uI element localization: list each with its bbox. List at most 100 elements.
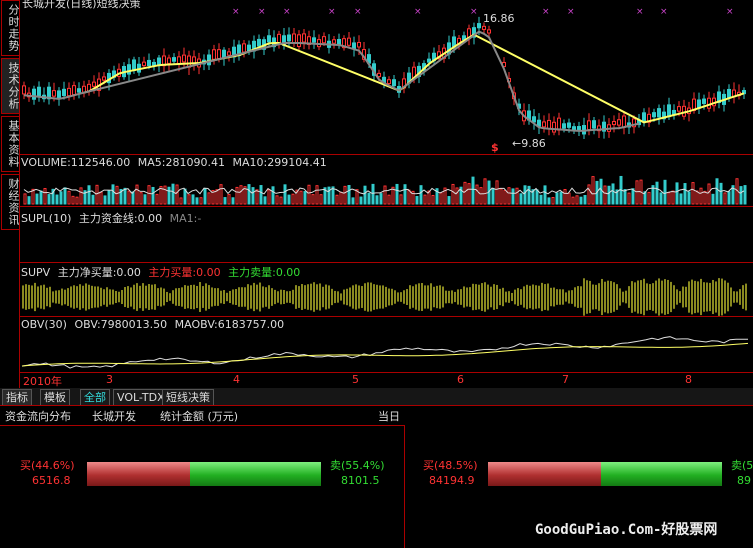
- supv-bar: [190, 284, 192, 310]
- supv-bar: [580, 286, 582, 308]
- supv-bar: [265, 287, 267, 307]
- volume-bar: [575, 195, 579, 205]
- tab-indicator[interactable]: 指标: [2, 389, 32, 406]
- supv-bar: [679, 291, 681, 303]
- supv-bar: [550, 287, 552, 307]
- date-tick: 5: [352, 373, 359, 386]
- candle-body: [387, 79, 391, 85]
- supv-bar: [646, 283, 648, 311]
- flow-divider: [0, 425, 405, 426]
- volume-bar: [39, 190, 43, 205]
- flow-right-buy-value: 84194.9: [429, 474, 475, 487]
- tab-short-term-decision[interactable]: 短线决策: [162, 389, 214, 406]
- volume-bar: [347, 184, 351, 205]
- supv-bar: [208, 285, 210, 309]
- volume-bar: [195, 197, 199, 205]
- supv-bar: [400, 292, 402, 302]
- volume-bar: [47, 194, 51, 205]
- supv-bar: [229, 290, 231, 304]
- candle-body: [577, 126, 581, 131]
- supv-bar: [316, 284, 318, 310]
- supv-bar: [298, 286, 300, 308]
- volume-bar: [199, 197, 203, 205]
- supv-bar: [391, 288, 393, 306]
- supv-bar: [154, 284, 156, 310]
- volume-bar: [723, 192, 727, 205]
- supv-bar: [493, 284, 495, 310]
- supv-bar: [262, 286, 264, 308]
- supv-bar: [622, 291, 624, 303]
- tab-template[interactable]: 模板: [40, 389, 70, 406]
- obv-name: OBV(30): [21, 318, 67, 331]
- volume-bar: [303, 191, 307, 205]
- supv-bar: [700, 278, 702, 316]
- supv-bar: [604, 281, 606, 313]
- volume-bar: [327, 186, 331, 205]
- supv-bar: [685, 286, 687, 308]
- candle-body: [427, 58, 431, 63]
- candle-body: [587, 120, 591, 131]
- supv-bar: [61, 288, 63, 306]
- volume-bar: [503, 189, 507, 205]
- supv-bar: [619, 288, 621, 306]
- supv-bar: [490, 286, 492, 308]
- candle-body: [217, 49, 221, 60]
- supv-bar: [586, 280, 588, 314]
- supl-legend: SUPL(10) 主力资金线:0.00 MA1:-: [21, 210, 201, 226]
- date-tick: 7: [562, 373, 569, 386]
- supv-bar: [346, 288, 348, 306]
- supv-bar: [592, 284, 594, 310]
- candle-body: [257, 38, 261, 47]
- supv-bar: [340, 293, 342, 301]
- volume-bar: [67, 190, 71, 205]
- supv-bar: [34, 282, 36, 312]
- volume-bar: [655, 181, 659, 205]
- signal-star: ×: [283, 7, 291, 17]
- tab-vol-tdx[interactable]: VOL-TDX: [113, 389, 169, 406]
- supv-bar: [145, 285, 147, 309]
- supv-bar: [106, 287, 108, 307]
- supv-bar: [598, 283, 600, 311]
- supv-bar: [283, 289, 285, 305]
- supv-bar: [463, 286, 465, 308]
- volume-bar: [343, 185, 347, 205]
- supv-bar: [82, 285, 84, 309]
- signal-star: ×: [328, 7, 336, 17]
- candle-body: [127, 64, 131, 75]
- supv-bar: [727, 282, 729, 312]
- supv-bar: [37, 286, 39, 308]
- supv-bar: [79, 284, 81, 310]
- candle-body: [392, 79, 396, 87]
- volume-bar: [403, 184, 407, 205]
- volume-bar: [439, 192, 443, 205]
- supv-legend: SUPV 主力净买量:0.00 主力买量:0.00 主力卖量:0.00: [21, 264, 300, 280]
- candle-body: [352, 42, 356, 50]
- volume-bar: [451, 183, 455, 205]
- volume-bar: [631, 188, 635, 205]
- candle-body: [207, 54, 211, 66]
- tab-all[interactable]: 全部: [80, 389, 110, 406]
- date-tick: 2010年: [23, 375, 62, 388]
- volume-bar: [371, 183, 375, 205]
- ma-line-gray: [23, 30, 640, 132]
- volume-bar: [59, 191, 63, 205]
- volume-bar: [207, 192, 211, 205]
- volume-bar: [331, 186, 335, 205]
- flow-right-sell-label: 卖(5: [731, 459, 753, 472]
- supv-bar: [226, 292, 228, 302]
- supv-bar: [577, 286, 579, 308]
- supv-bar: [46, 287, 48, 307]
- supv-bar: [694, 280, 696, 314]
- volume-bar: [603, 185, 607, 205]
- volume-bar: [87, 185, 91, 205]
- supv-bar: [160, 287, 162, 307]
- supv-bar: [670, 281, 672, 313]
- candle-body: [132, 59, 136, 71]
- candle-body: [287, 34, 291, 42]
- signal-marker: $: [491, 141, 499, 154]
- volume-bar: [711, 193, 715, 205]
- supv-bar: [304, 285, 306, 309]
- candle-body: [707, 97, 711, 109]
- supv-bar: [196, 285, 198, 309]
- flow-period[interactable]: 当日: [378, 408, 400, 424]
